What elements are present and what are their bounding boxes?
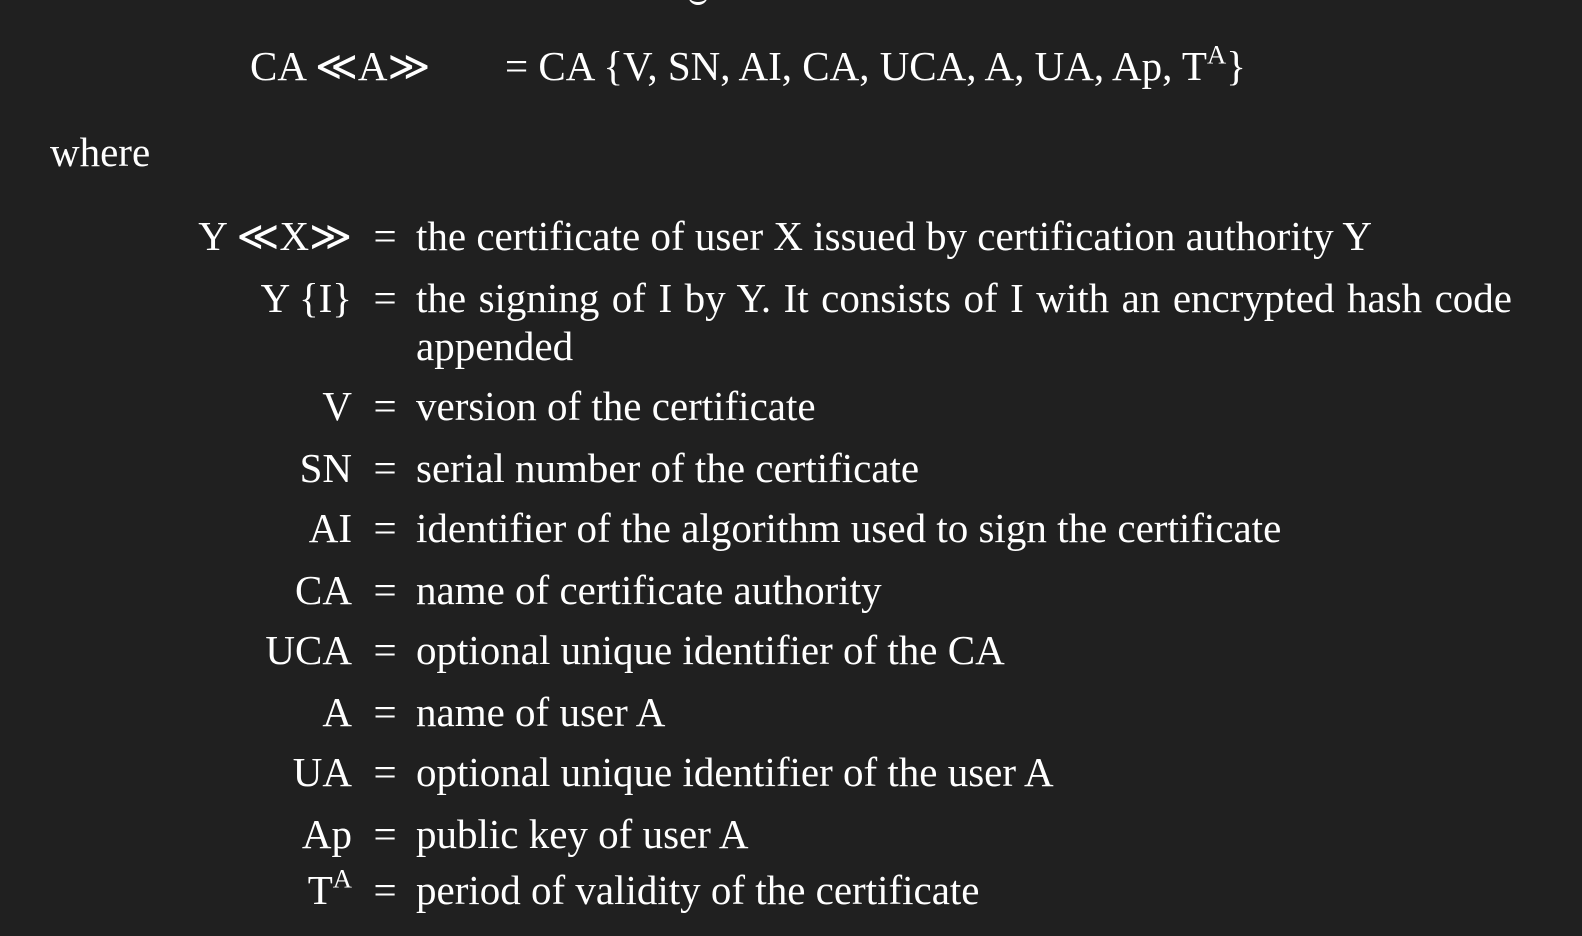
definition-text: the certificate of user X issued by cert…: [416, 213, 1372, 259]
definition-equals: =: [373, 445, 397, 491]
definition-equals: =: [373, 811, 397, 857]
definition-symbol: Y ≪X≫: [198, 213, 352, 259]
definition-symbol: UA: [292, 749, 352, 795]
definition-row: Y ≪X≫ = the certificate of user X issued…: [0, 208, 1582, 264]
definition-row: AI = identifier of the algorithm used to…: [0, 500, 1582, 556]
definition-text: identifier of the algorithm used to sign…: [416, 505, 1282, 551]
definition-equals: =: [373, 689, 397, 735]
definition-text: optional unique identifier of the CA: [416, 627, 1005, 673]
definition-symbol: V: [322, 383, 352, 429]
definition-equals: =: [373, 383, 397, 429]
definition-equals: =: [373, 567, 397, 613]
definition-text: optional unique identifier of the user A: [416, 749, 1054, 795]
definition-symbol: A: [322, 689, 352, 735]
definition-equals: =: [373, 867, 397, 913]
definition-symbol: Y {I}: [260, 275, 352, 321]
definition-text: version of the certificate: [416, 383, 816, 429]
definition-symbol: TA: [307, 863, 352, 913]
definition-symbol: CA: [295, 567, 352, 613]
definition-row: Ap = public key of user A: [0, 806, 1582, 862]
definition-row: Y {I} = the signing of I by Y. It consis…: [0, 270, 1582, 374]
definition-row: TA = period of validity of the certifica…: [0, 862, 1582, 918]
definition-text: serial number of the certificate: [416, 445, 920, 491]
definition-symbol: SN: [299, 445, 352, 491]
definition-symbol: Ap: [301, 811, 352, 857]
definition-row: CA = name of certificate authority: [0, 562, 1582, 618]
definition-equals: =: [373, 505, 397, 551]
definitions-list: Y ≪X≫ = the certificate of user X issued…: [0, 0, 1582, 936]
definition-symbol: UCA: [265, 627, 352, 673]
definition-equals: =: [373, 627, 397, 673]
definition-text: the signing of I by Y. It consists of I …: [416, 275, 1512, 369]
definition-row: UCA = optional unique identifier of the …: [0, 622, 1582, 678]
definition-equals: =: [373, 275, 397, 321]
definition-text: public key of user A: [416, 811, 749, 857]
definition-row: A = name of user A: [0, 684, 1582, 740]
definition-text: period of validity of the certificate: [416, 867, 980, 913]
definition-text: name of user A: [416, 689, 666, 735]
definition-symbol: AI: [308, 505, 352, 551]
definition-text: name of certificate authority: [416, 567, 882, 613]
definition-row: V = version of the certificate: [0, 378, 1582, 434]
definition-equals: =: [373, 213, 397, 259]
definition-row: SN = serial number of the certificate: [0, 440, 1582, 496]
definition-equals: =: [373, 749, 397, 795]
definition-row: UA = optional unique identifier of the u…: [0, 744, 1582, 800]
